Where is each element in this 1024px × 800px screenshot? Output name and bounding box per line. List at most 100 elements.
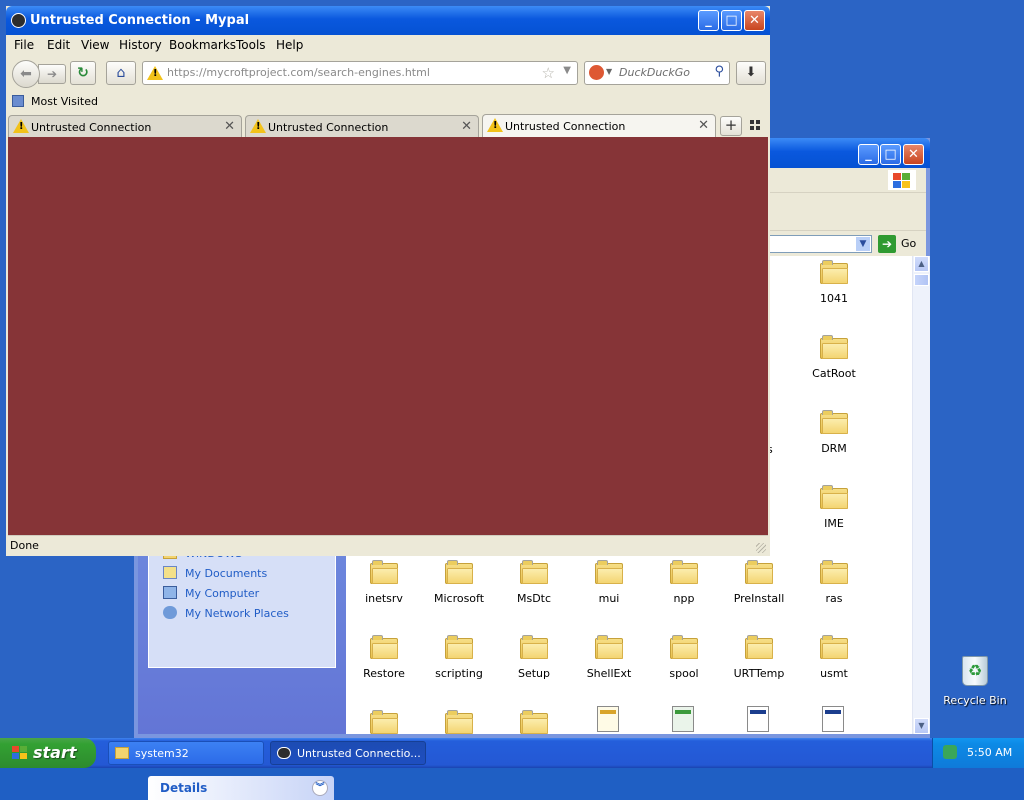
folder-item[interactable]: [499, 710, 569, 734]
url-text[interactable]: https://mycroftproject.com/search-engine…: [167, 66, 430, 79]
back-button[interactable]: ⬅: [12, 60, 40, 88]
menu-history[interactable]: History: [119, 38, 162, 52]
config-file-icon[interactable]: [574, 706, 644, 734]
taskbar-item-browser[interactable]: Untrusted Connectio...: [270, 741, 426, 765]
tab-3[interactable]: Untrusted Connection ✕: [482, 114, 716, 137]
explorer-vertical-scrollbar[interactable]: ▲ ▼: [912, 256, 930, 734]
chevron-down-icon[interactable]: ▼: [606, 67, 612, 76]
mypal-logo-icon: [11, 13, 26, 28]
menu-help[interactable]: Help: [276, 38, 303, 52]
folder-item[interactable]: scripting: [424, 635, 494, 699]
go-button[interactable]: ➔ Go: [878, 235, 922, 253]
back-forward-group: ➔ ⬅: [12, 60, 70, 88]
folder-label: PreInstall: [733, 592, 785, 605]
script-file-icon[interactable]: [649, 706, 719, 734]
recycle-bin[interactable]: ♻ Recycle Bin: [940, 656, 1010, 712]
folder-label: CatRoot: [812, 367, 856, 380]
url-bar[interactable]: https://mycroftproject.com/search-engine…: [142, 61, 578, 85]
list-all-tabs-icon[interactable]: [750, 120, 760, 130]
folder-item[interactable]: 1041: [799, 260, 869, 324]
menu-bookmarks[interactable]: Bookmarks: [169, 38, 236, 52]
search-icon[interactable]: ⚲: [714, 64, 724, 79]
address-dropdown[interactable]: ▼: [768, 235, 872, 253]
menu-edit[interactable]: Edit: [47, 38, 70, 52]
home-button[interactable]: ⌂: [106, 61, 136, 85]
taskbar-item-system32[interactable]: system32: [108, 741, 264, 765]
tab-1[interactable]: Untrusted Connection ✕: [8, 115, 242, 137]
close-icon[interactable]: ✕: [224, 119, 235, 134]
window-title: Untrusted Connection - Mypal: [30, 13, 250, 28]
explorer-close-button[interactable]: ✕: [903, 144, 924, 165]
status-bar: Done: [8, 535, 768, 555]
chevron-down-icon[interactable]: ▼: [563, 65, 571, 76]
network-places-icon: [163, 606, 177, 619]
page-content[interactable]: [8, 137, 768, 535]
folder-icon: [820, 260, 848, 284]
tab-2[interactable]: Untrusted Connection ✕: [245, 115, 479, 137]
browser-title-bar[interactable]: Untrusted Connection - Mypal _ □ ✕: [6, 6, 770, 35]
folder-item[interactable]: PreInstall: [724, 560, 794, 624]
folder-item[interactable]: [424, 710, 494, 734]
network-icon[interactable]: [943, 745, 957, 759]
menu-file[interactable]: File: [14, 38, 34, 52]
close-icon[interactable]: ✕: [461, 119, 472, 134]
new-tab-button[interactable]: +: [720, 116, 742, 136]
scrollbar-thumb[interactable]: [914, 274, 929, 286]
folder-item[interactable]: inetsrv: [349, 560, 419, 624]
scroll-up-arrow-icon[interactable]: ▲: [914, 256, 929, 272]
tab-label: Untrusted Connection: [268, 121, 389, 134]
folder-item[interactable]: Setup: [499, 635, 569, 699]
bookmark-star-icon[interactable]: ☆: [542, 64, 555, 82]
most-visited-folder[interactable]: Most Visited: [31, 95, 98, 108]
start-button[interactable]: start: [0, 738, 96, 768]
folder-item[interactable]: ras: [799, 560, 869, 624]
system-file-icon[interactable]: [799, 706, 869, 734]
close-icon[interactable]: ✕: [698, 118, 709, 133]
folder-item[interactable]: mui: [574, 560, 644, 624]
menu-view[interactable]: View: [81, 38, 109, 52]
forward-button[interactable]: ➔: [38, 64, 66, 84]
folder-item[interactable]: usmt: [799, 635, 869, 699]
place-label: My Documents: [185, 567, 268, 580]
maximize-button[interactable]: □: [721, 10, 742, 31]
duckduckgo-icon[interactable]: [589, 65, 604, 80]
explorer-maximize-button[interactable]: □: [880, 144, 901, 165]
downloads-button[interactable]: ⬇: [736, 61, 766, 85]
folder-icon: [445, 635, 473, 659]
resize-grip-icon[interactable]: [756, 543, 766, 553]
folder-item[interactable]: npp: [649, 560, 719, 624]
recycle-bin-label: Recycle Bin: [943, 694, 1007, 707]
folder-item[interactable]: DRM: [799, 410, 869, 474]
search-bar[interactable]: ▼ DuckDuckGo ⚲: [584, 61, 730, 85]
folder-item[interactable]: ShellExt: [574, 635, 644, 699]
go-label: Go: [901, 237, 917, 250]
system-file-icon[interactable]: [724, 706, 794, 734]
warning-icon: [147, 66, 163, 80]
folder-item[interactable]: Microsoft: [424, 560, 494, 624]
search-input[interactable]: DuckDuckGo: [619, 66, 690, 79]
browser-window[interactable]: Untrusted Connection - Mypal _ □ ✕ File …: [6, 6, 770, 556]
explorer-minimize-button[interactable]: _: [858, 144, 879, 165]
minimize-button[interactable]: _: [698, 10, 719, 31]
tab-label: Untrusted Connection: [505, 120, 626, 133]
folder-item[interactable]: URTTemp: [724, 635, 794, 699]
chevron-down-icon[interactable]: ▼: [856, 237, 870, 251]
folder-item[interactable]: CatRoot: [799, 335, 869, 399]
mypal-icon: [277, 747, 291, 759]
folder-label: npp: [673, 592, 695, 605]
folder-item[interactable]: [349, 710, 419, 734]
close-button[interactable]: ✕: [744, 10, 765, 31]
menu-tools[interactable]: Tools: [236, 38, 266, 52]
folder-icon: [745, 560, 773, 584]
url-path: /search-engines.html: [313, 66, 430, 79]
chevron-double-down-icon[interactable]: ︾: [312, 780, 328, 796]
reload-button[interactable]: ↻: [70, 61, 96, 85]
folder-item[interactable]: MsDtc: [499, 560, 569, 624]
folder-item[interactable]: spool: [649, 635, 719, 699]
details-panel-header[interactable]: Details ︾: [148, 776, 334, 800]
scroll-down-arrow-icon[interactable]: ▼: [914, 718, 929, 734]
folder-item[interactable]: Restore: [349, 635, 419, 699]
clock[interactable]: 5:50 AM: [967, 746, 1012, 759]
folder-item[interactable]: IME: [799, 485, 869, 549]
folder-icon: [595, 635, 623, 659]
